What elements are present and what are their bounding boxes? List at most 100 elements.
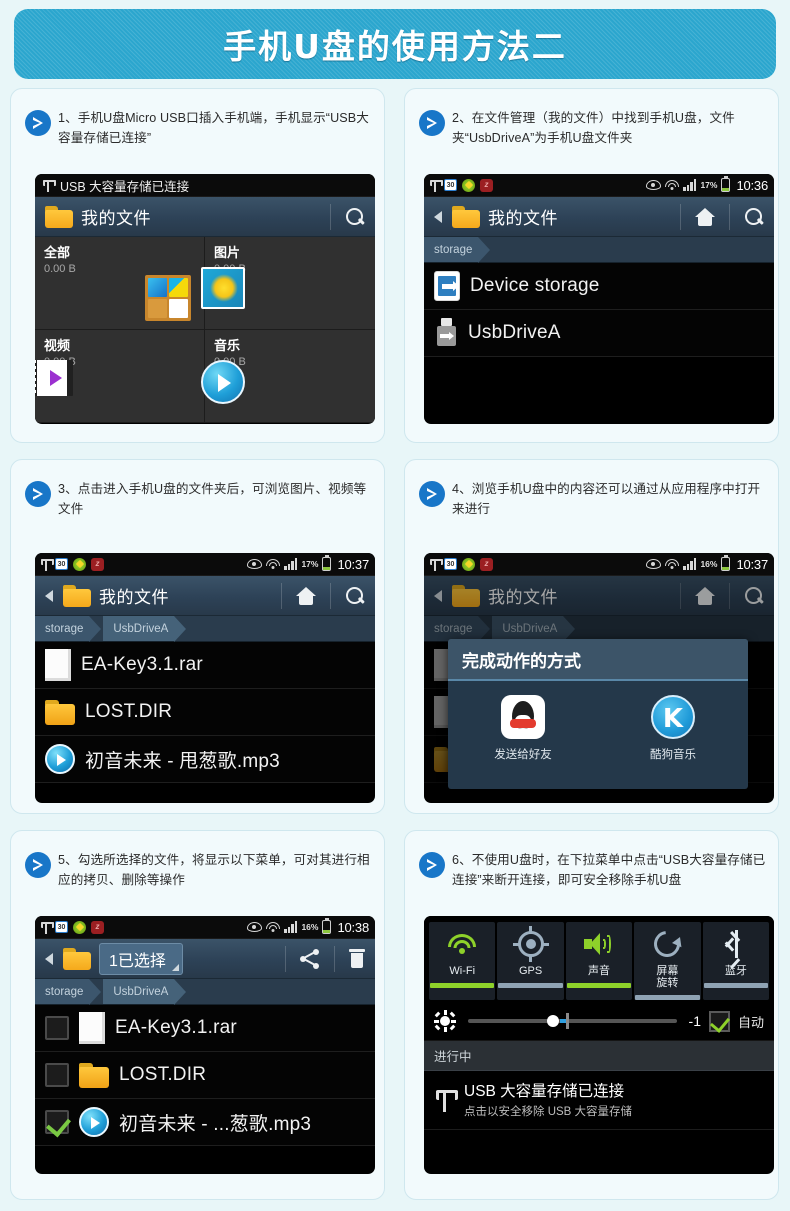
list-item[interactable]: EA-Key3.1.rar	[35, 1005, 375, 1052]
phone-screenshot-2: 30 z 17% 10:36 我的文件 storage Device stora…	[424, 174, 774, 424]
status-bar-left: 30 z	[430, 178, 493, 192]
auto-brightness-checkbox[interactable]	[708, 1010, 730, 1032]
search-icon[interactable]	[345, 586, 365, 606]
page-title: 手机U盘的使用方法二	[223, 27, 567, 66]
toggle-label: Wi-Fi	[449, 965, 476, 977]
home-icon[interactable]	[296, 586, 316, 605]
breadcrumb-item[interactable]: UsbDriveA	[492, 616, 576, 642]
list-item[interactable]: LOST.DIR	[35, 689, 375, 736]
smart-stay-eye-icon	[646, 559, 662, 569]
list-item-label: 初音未来 - 甩葱歌.mp3	[85, 750, 280, 772]
search-icon[interactable]	[744, 586, 764, 606]
app-toolbar: 我的文件	[35, 576, 375, 616]
device-storage-icon	[434, 271, 460, 301]
wifi-icon	[665, 558, 680, 570]
category-tile-grid: 全部 0.00 B 图片 0.00 B 视频 0.00 B	[35, 237, 375, 423]
dialog-app-list: 发送给好友 K 酷狗音乐	[448, 681, 748, 762]
list-item[interactable]: 初音未来 - ...葱歌.mp3	[35, 1099, 375, 1146]
usb-icon	[436, 1086, 458, 1113]
green-app-icon	[73, 557, 86, 571]
back-chevron-icon[interactable]	[45, 952, 53, 965]
dialog-app-qq[interactable]: 发送给好友	[448, 695, 598, 762]
toggle-label: 蓝牙	[724, 965, 747, 977]
tile-videos[interactable]: 视频 0.00 B	[35, 330, 205, 423]
row-checkbox[interactable]	[45, 1063, 69, 1087]
usb-icon	[430, 557, 443, 571]
battery-icon	[322, 555, 332, 571]
breadcrumb-item[interactable]: UsbDriveA	[103, 616, 187, 642]
toolbar-divider	[285, 945, 286, 972]
status-bar: 30 z 17% 10:37	[35, 553, 375, 576]
back-chevron-icon[interactable]	[434, 589, 442, 602]
breadcrumb-item[interactable]: storage	[35, 979, 102, 1005]
tile-images[interactable]: 图片 0.00 B	[201, 237, 375, 330]
list-item-label: EA-Key3.1.rar	[81, 654, 203, 675]
calendar-icon: 30	[444, 179, 457, 191]
slider-knob[interactable]	[547, 1015, 560, 1028]
folder-icon	[45, 205, 73, 228]
back-chevron-icon[interactable]	[45, 589, 53, 602]
home-icon[interactable]	[695, 586, 715, 605]
sound-icon	[584, 933, 614, 955]
file-icon	[79, 1012, 105, 1044]
back-chevron-icon[interactable]	[434, 210, 442, 223]
list-item-label: LOST.DIR	[85, 701, 173, 722]
status-bar-left: 30 z	[41, 920, 104, 934]
status-bar-left: 30 z	[430, 557, 493, 571]
toggle-wifi[interactable]: Wi-Fi	[429, 922, 496, 1001]
app-title: 我的文件	[81, 209, 151, 228]
tile-all[interactable]: 全部 0.00 B	[35, 237, 205, 330]
folder-icon	[63, 947, 91, 970]
notification-item[interactable]: USB 大容量存储已连接 点击以安全移除 USB 大容量存储	[424, 1071, 774, 1131]
breadcrumb-item[interactable]: storage	[35, 616, 102, 642]
list-item[interactable]: Device storage	[424, 263, 774, 310]
phone-screenshot-3: 30 z 17% 10:37 我的文件 storage UsbDriveA EA…	[35, 553, 375, 803]
toggle-label: 声音	[588, 965, 611, 977]
brightness-slider[interactable]	[468, 1011, 677, 1031]
row-checkbox[interactable]	[45, 1016, 69, 1040]
video-icon	[35, 359, 73, 396]
list-item[interactable]: EA-Key3.1.rar	[35, 642, 375, 689]
list-item-label: EA-Key3.1.rar	[115, 1017, 237, 1038]
dialog-title: 完成动作的方式	[448, 639, 748, 681]
file-icon	[45, 649, 71, 681]
toggle-bluetooth[interactable]: 蓝牙	[702, 922, 770, 1001]
selection-count-dropdown[interactable]: 1已选择	[99, 942, 183, 975]
toggle-state-bar	[635, 995, 700, 1001]
step-caption-text: 4、浏览手机U盘中的内容还可以通过从应用程序中打开来进行	[452, 482, 761, 516]
file-list: EA-Key3.1.rar LOST.DIR 初音未来 - 甩葱歌.mp3	[35, 642, 375, 783]
row-checkbox-checked[interactable]	[45, 1110, 69, 1134]
list-item-label: LOST.DIR	[119, 1064, 207, 1085]
dialog-app-kugou[interactable]: K 酷狗音乐	[598, 695, 748, 762]
breadcrumb-item[interactable]: UsbDriveA	[103, 979, 187, 1005]
search-icon[interactable]	[744, 207, 764, 227]
notification-subtitle: 点击以安全移除 USB 大容量存储	[464, 1106, 633, 1119]
app-title: 我的文件	[488, 209, 558, 228]
breadcrumb-item[interactable]: storage	[424, 616, 491, 642]
toggle-gps[interactable]: GPS	[497, 922, 564, 1001]
toggle-sound[interactable]: 声音	[565, 922, 633, 1001]
search-icon[interactable]	[345, 207, 365, 227]
list-item[interactable]: LOST.DIR	[35, 1052, 375, 1099]
share-icon[interactable]	[300, 948, 320, 969]
home-icon[interactable]	[695, 207, 715, 226]
rotate-icon	[649, 925, 686, 963]
toggle-screen-rotation[interactable]: 屏幕 旋转	[634, 922, 701, 1001]
breadcrumb-item[interactable]: storage	[424, 237, 491, 263]
toolbar-divider	[680, 203, 681, 230]
toggle-state-bar	[566, 983, 632, 989]
delete-icon[interactable]	[349, 949, 365, 968]
list-item[interactable]: UsbDriveA	[424, 310, 774, 357]
list-item[interactable]: 初音未来 - 甩葱歌.mp3	[35, 736, 375, 783]
folder-icon	[452, 584, 480, 607]
wifi-icon	[266, 921, 281, 933]
status-bar: 30 z 16% 10:38	[35, 916, 375, 939]
toggle-label: 屏幕 旋转	[656, 965, 679, 990]
status-bar-right: 16% 10:37	[646, 555, 768, 572]
tile-music[interactable]: 音乐 0.00 B	[201, 330, 375, 423]
tile-label: 图片	[214, 245, 241, 260]
quick-settings-row: Wi-Fi GPS 声音 屏幕 旋转 蓝牙	[424, 916, 774, 1005]
music-icon	[79, 1107, 109, 1137]
toolbar-divider	[330, 203, 331, 230]
zip-app-icon: z	[91, 920, 104, 934]
